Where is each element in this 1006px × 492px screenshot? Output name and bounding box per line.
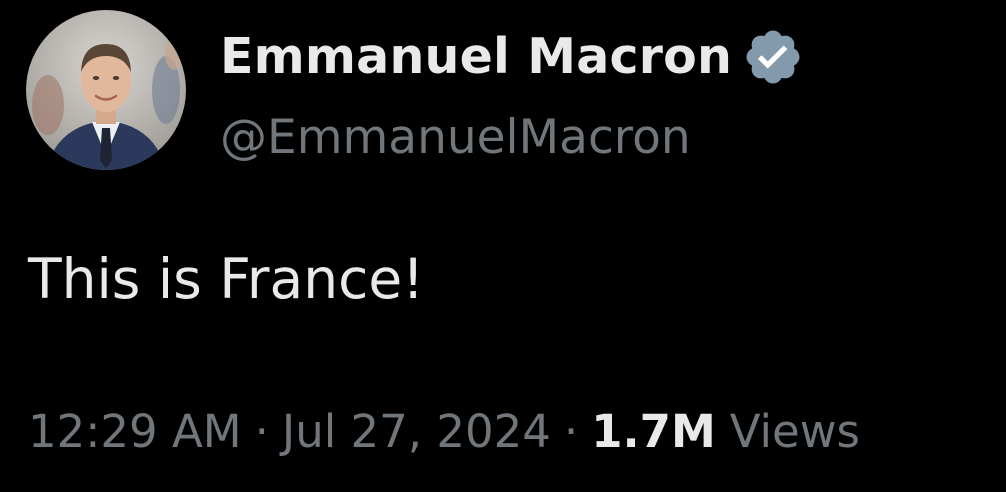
tweet-meta: 12:29 AM · Jul 27, 2024 · 1.7M Views (28, 402, 860, 462)
views-label: Views (729, 405, 860, 458)
separator: · (563, 405, 579, 458)
author-name-row: Emmanuel Macron (220, 26, 804, 88)
views-count: 1.7M (591, 405, 716, 458)
tweet-time[interactable]: 12:29 AM (28, 402, 242, 462)
tweet-date[interactable]: Jul 27, 2024 (282, 402, 551, 462)
tweet-text: This is France! (28, 247, 425, 311)
user-handle[interactable]: @EmmanuelMacron (220, 110, 691, 166)
avatar[interactable] (26, 10, 186, 170)
profile-photo-icon (26, 10, 186, 170)
separator: · (254, 405, 269, 458)
display-name[interactable]: Emmanuel Macron (220, 27, 732, 87)
verified-badge-icon[interactable] (742, 26, 804, 88)
